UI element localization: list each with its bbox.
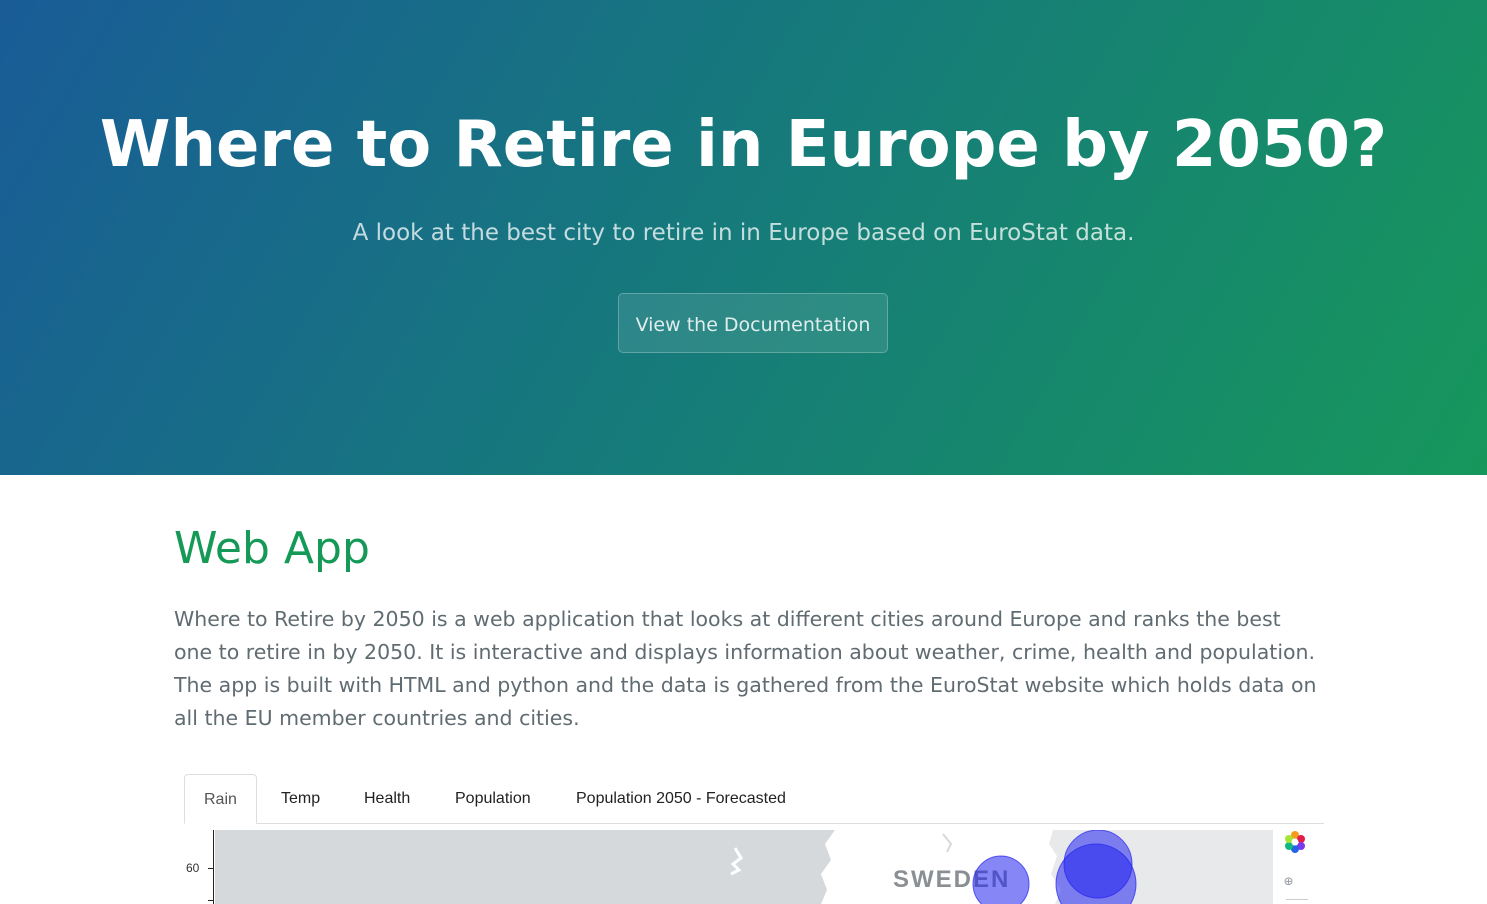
- y-axis-tick: [208, 868, 214, 869]
- svg-text:⊕: ⊕: [1284, 872, 1293, 890]
- chart-tabs: Rain Temp Health Population Population 2…: [184, 774, 1324, 824]
- europe-map[interactable]: SWEDEN: [215, 830, 1273, 904]
- tab-population-2050-forecasted[interactable]: Population 2050 - Forecasted: [557, 774, 805, 823]
- rain-bubble: [1063, 830, 1133, 899]
- map-canvas: SWEDEN: [215, 830, 1273, 904]
- tab-rain[interactable]: Rain: [184, 774, 257, 824]
- tab-temp[interactable]: Temp: [262, 774, 339, 823]
- section-description: Where to Retire by 2050 is a web applica…: [174, 607, 1317, 730]
- tab-health[interactable]: Health: [345, 774, 429, 823]
- y-tick-label: 60: [186, 861, 200, 875]
- rain-map-plot: 60 SWEDEN ⊕: [184, 830, 1324, 904]
- y-axis-line: [213, 830, 214, 904]
- pan-tool-icon: ⊕: [1284, 872, 1293, 890]
- page-title: Where to Retire in Europe by 2050?: [99, 108, 1388, 182]
- y-axis-tick: [208, 900, 214, 901]
- bokeh-logo-icon: [1285, 831, 1305, 853]
- toolbar-icons: ⊕: [1284, 831, 1308, 900]
- page-tagline: A look at the best city to retire in in …: [352, 220, 1135, 246]
- section-heading: Web App: [174, 523, 370, 574]
- view-documentation-button[interactable]: View the Documentation: [618, 293, 888, 353]
- tab-population[interactable]: Population: [436, 774, 550, 823]
- plot-toolbar: ⊕: [1276, 830, 1316, 904]
- hero-banner: Where to Retire in Europe by 2050? A loo…: [0, 0, 1487, 475]
- toolbar-divider: [1286, 899, 1308, 900]
